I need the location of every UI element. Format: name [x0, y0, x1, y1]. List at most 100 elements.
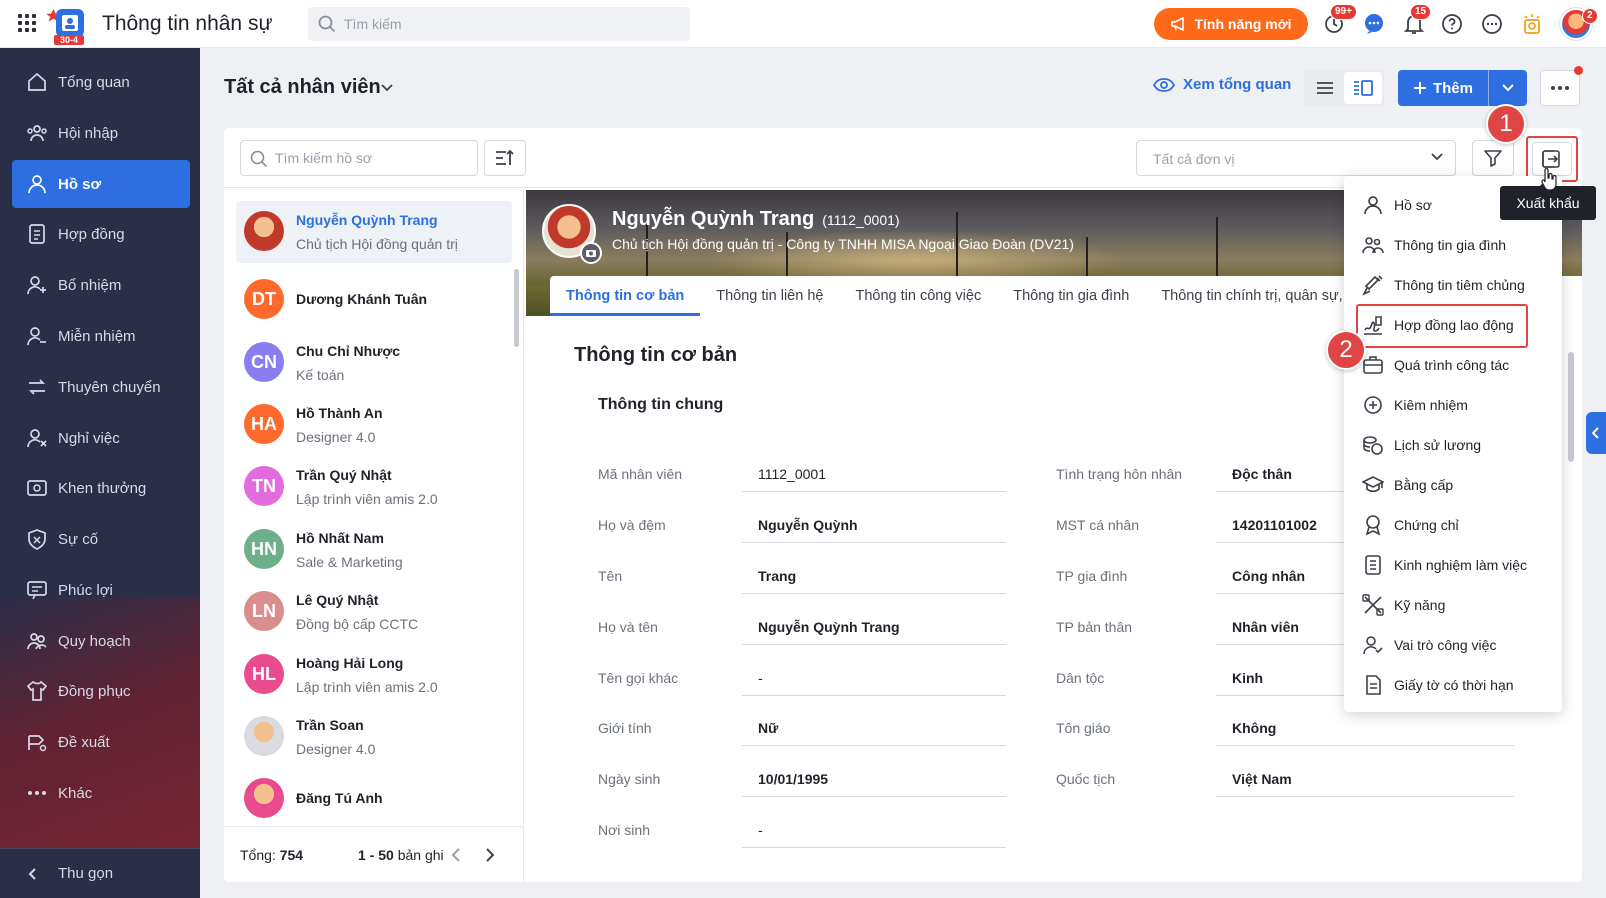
- field-value: -: [742, 818, 1006, 848]
- ellipsis-circle-icon[interactable]: [1480, 12, 1504, 36]
- profile-tab[interactable]: Thông tin gia đình: [997, 276, 1145, 316]
- global-search-input[interactable]: [344, 7, 674, 41]
- export-menu-label: Vai trò công việc: [1394, 637, 1497, 653]
- app-title: Thông tin nhân sự: [102, 12, 273, 35]
- sidebar-item[interactable]: Hợp đồng: [12, 210, 190, 258]
- sidebar-item[interactable]: Đề xuất: [12, 718, 190, 766]
- collapse-sidebar-button[interactable]: Thu gọn: [0, 848, 200, 898]
- notification-dot: [1574, 66, 1583, 75]
- prev-page-button[interactable]: [444, 843, 468, 867]
- employee-list-item[interactable]: DT Dương Khánh Tuân: [236, 269, 512, 331]
- employee-list-item[interactable]: LN Lê Quý Nhật Đồng bộ cấp CCTC: [236, 581, 512, 643]
- app-launcher-icon[interactable]: [18, 14, 36, 32]
- employee-list-item[interactable]: TN Trần Quý Nhật Lập trình viên amis 2.0: [236, 456, 512, 518]
- profile-tab[interactable]: Thông tin công việc: [839, 276, 997, 316]
- collapse-label: Thu gọn: [58, 865, 114, 882]
- overview-link[interactable]: Xem tổng quan: [1153, 76, 1291, 93]
- split-view-button[interactable]: [1344, 72, 1382, 104]
- chevron-down-icon: [1502, 84, 1514, 92]
- export-menu-item[interactable]: Lịch sử lương: [1344, 425, 1562, 465]
- employee-title: Lập trình viên amis 2.0: [296, 679, 438, 695]
- page-title[interactable]: Tất cả nhân viên: [224, 76, 381, 99]
- export-menu-item[interactable]: Chứng chỉ: [1344, 505, 1562, 545]
- sidebar: Tổng quan Hội nhập Hồ sơ Hợp đồng Bổ nhiệm Mi…: [0, 48, 200, 898]
- list-view-button[interactable]: [1306, 72, 1344, 104]
- export-menu-item[interactable]: Kinh nghiệm làm việc: [1344, 545, 1562, 585]
- profile-tab[interactable]: Thông tin liên hệ: [700, 276, 839, 316]
- export-menu-item[interactable]: Thông tin gia đình: [1344, 225, 1562, 265]
- employee-name: Hoàng Hải Long: [296, 655, 404, 671]
- unit-select[interactable]: Tất cả đơn vị: [1136, 140, 1456, 176]
- field-value: 10/01/1995: [742, 767, 1006, 797]
- sidebar-item[interactable]: Tổng quan: [12, 58, 190, 106]
- tools-icon: [1362, 594, 1384, 616]
- bell-badge: 15: [1410, 4, 1432, 20]
- export-menu-label: Lịch sử lương: [1394, 437, 1482, 453]
- filter-button[interactable]: [1472, 140, 1514, 176]
- sidebar-item[interactable]: Hội nhập: [12, 109, 190, 157]
- export-menu-item[interactable]: Bằng cấp: [1344, 465, 1562, 505]
- sidebar-item[interactable]: Hồ sơ: [12, 160, 190, 208]
- export-menu-item[interactable]: Vai trò công việc: [1344, 625, 1562, 665]
- chevron-down-icon[interactable]: [381, 84, 393, 92]
- sidebar-item[interactable]: Khác: [12, 769, 190, 817]
- add-button[interactable]: Thêm: [1398, 70, 1488, 106]
- person-check-icon: [1363, 636, 1383, 655]
- chevron-down-icon: [1431, 153, 1443, 161]
- export-menu-item[interactable]: Thông tin tiêm chủng: [1344, 265, 1562, 305]
- coins-icon: [1363, 436, 1383, 455]
- profile-search-input[interactable]: [275, 141, 471, 175]
- app-logo[interactable]: 30-4: [46, 7, 90, 45]
- sidebar-item[interactable]: Khen thưởng: [12, 464, 190, 512]
- sort-button[interactable]: [484, 140, 526, 176]
- menu-item-highlight: [1356, 304, 1528, 348]
- next-page-button[interactable]: [478, 843, 502, 867]
- field-label: Họ và đệm: [598, 517, 666, 533]
- help-icon[interactable]: [1440, 12, 1464, 36]
- sidebar-item[interactable]: Nghỉ việc: [12, 414, 190, 462]
- employee-avatar: [244, 778, 284, 818]
- more-options-button[interactable]: [1540, 70, 1580, 106]
- global-search[interactable]: [308, 7, 690, 41]
- sidebar-item[interactable]: Quy hoạch: [12, 617, 190, 665]
- megaphone-icon: [1171, 16, 1185, 32]
- sidebar-item[interactable]: Bổ nhiệm: [12, 261, 190, 309]
- syringe-icon: [1362, 275, 1383, 296]
- employee-list-item[interactable]: HN Hồ Nhất Nam Sale & Marketing: [236, 519, 512, 581]
- profile-search[interactable]: [240, 140, 478, 176]
- employee-name: Trần Soan: [296, 717, 364, 733]
- certificate-icon: [1365, 515, 1381, 536]
- sidebar-item[interactable]: Phúc lợi: [12, 566, 190, 614]
- employee-list-item[interactable]: HA Hồ Thành An Designer 4.0: [236, 394, 512, 456]
- employee-list-item[interactable]: CN Chu Chỉ Nhược Kế toán: [236, 332, 512, 394]
- employee-list-item[interactable]: HL Hoàng Hải Long Lập trình viên amis 2.0: [236, 644, 512, 706]
- shield-x-icon: [28, 529, 46, 550]
- export-menu-item[interactable]: Giấy tờ có thời hạn: [1344, 665, 1562, 705]
- chat-icon[interactable]: [1362, 12, 1386, 36]
- employee-list-item[interactable]: Nguyễn Quỳnh Trang Chủ tịch Hội đồng quản…: [236, 201, 512, 263]
- sidebar-item[interactable]: Sự cố: [12, 515, 190, 563]
- top-bar: 30-4 Thông tin nhân sự Tính năng mới 99+…: [0, 0, 1606, 48]
- filter-icon: [1484, 150, 1502, 167]
- export-menu-label: Kiêm nhiệm: [1394, 397, 1468, 413]
- detail-scrollbar[interactable]: [1568, 352, 1574, 462]
- sidebar-item[interactable]: Miễn nhiệm: [12, 312, 190, 360]
- side-panel-toggle[interactable]: [1586, 412, 1606, 454]
- employee-list-item[interactable]: Trần Soan Designer 4.0: [236, 706, 512, 768]
- add-dropdown-button[interactable]: [1488, 70, 1527, 106]
- sidebar-item[interactable]: Thuyên chuyển: [12, 363, 190, 411]
- home-icon: [28, 72, 46, 91]
- profile-tab[interactable]: Thông tin cơ bản: [550, 276, 701, 316]
- export-menu-item[interactable]: Kỹ năng: [1344, 585, 1562, 625]
- export-menu-item[interactable]: Quá trình công tác: [1344, 345, 1562, 385]
- employee-list-item[interactable]: Đăng Tú Anh: [236, 768, 512, 825]
- sun-badge-icon[interactable]: [1520, 12, 1544, 36]
- svg-text:30-4: 30-4: [60, 35, 78, 45]
- list-scrollbar[interactable]: [514, 269, 519, 347]
- family-icon: [1362, 237, 1384, 254]
- export-menu-item[interactable]: Kiêm nhiệm: [1344, 385, 1562, 425]
- camera-icon[interactable]: [580, 242, 602, 264]
- new-features-button[interactable]: Tính năng mới: [1154, 8, 1308, 40]
- export-menu-label: Chứng chỉ: [1394, 517, 1459, 533]
- sidebar-item[interactable]: Đồng phục: [12, 667, 190, 715]
